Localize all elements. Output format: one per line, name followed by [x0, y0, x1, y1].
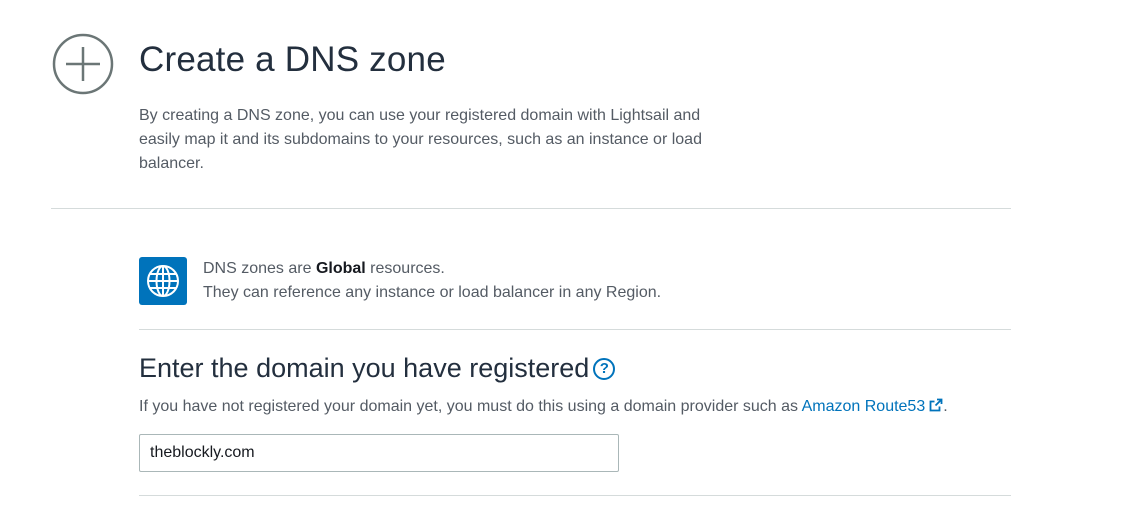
divider	[51, 208, 1011, 209]
divider	[139, 495, 1011, 496]
create-dns-zone-page: Create a DNS zone By creating a DNS zone…	[0, 0, 1133, 512]
domain-description-suffix: .	[943, 398, 948, 415]
domain-name-input[interactable]	[139, 434, 619, 472]
info-global-label: Global	[315, 260, 366, 277]
domain-section-title: Enter the domain you have registered ?	[139, 353, 616, 384]
amazon-route53-link-text: Amazon Route53	[801, 398, 926, 415]
page-title: Create a DNS zone	[139, 40, 446, 79]
globe-icon	[139, 257, 187, 305]
external-link-icon	[929, 398, 943, 412]
divider	[139, 329, 1011, 330]
domain-section-description: If you have not registered your domain y…	[139, 396, 948, 418]
info-line-1-suffix: resources.	[365, 260, 445, 277]
info-line-1: DNS zones are Global resources.	[203, 257, 661, 281]
info-line-1-prefix: DNS zones are	[203, 260, 316, 277]
amazon-route53-link[interactable]: Amazon Route53	[802, 398, 944, 415]
plus-circle-icon	[52, 33, 114, 95]
question-circle-icon[interactable]: ?	[593, 357, 616, 380]
domain-section-title-text: Enter the domain you have registered	[139, 353, 590, 383]
info-line-2: They can reference any instance or load …	[203, 284, 662, 301]
domain-description-prefix: If you have not registered your domain y…	[139, 398, 802, 415]
global-resources-info: DNS zones are Global resources. They can…	[203, 257, 661, 305]
page-description: By creating a DNS zone, you can use your…	[139, 107, 702, 172]
